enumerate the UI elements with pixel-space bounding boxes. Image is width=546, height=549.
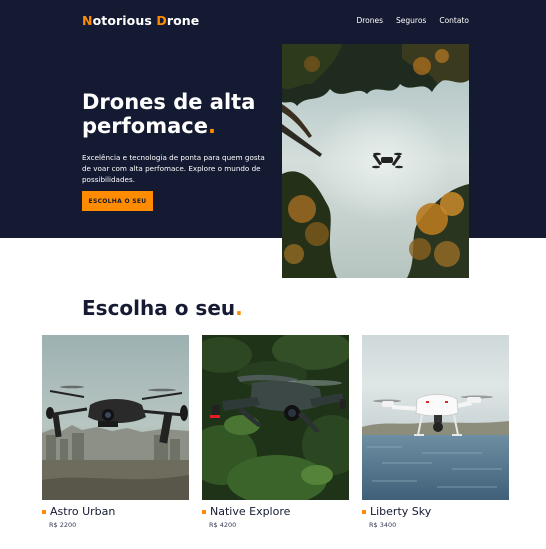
nav-link-seguros[interactable]: Seguros	[396, 16, 426, 25]
product-price: R$ 4200	[209, 521, 237, 529]
hero-drone-image	[282, 44, 469, 278]
hero-title-dot: .	[207, 114, 216, 138]
bullet-icon	[202, 509, 206, 514]
bullet-icon	[42, 509, 46, 514]
product-card-liberty-sky[interactable]: Liberty Sky R$ 3400	[362, 335, 509, 529]
hero-title-text: Drones de alta perfomace	[82, 90, 256, 138]
logo-initial-n: N	[82, 13, 93, 28]
hero-drone-photo	[282, 44, 469, 278]
products-section-title: Escolha o seu.	[82, 296, 243, 320]
logo-word-2: rone	[166, 13, 200, 28]
products-section-title-text: Escolha o seu	[82, 296, 236, 320]
logo-initial-d: D	[156, 13, 167, 28]
nav-link-contato[interactable]: Contato	[439, 16, 469, 25]
liberty-sky-photo	[362, 335, 509, 500]
choose-yours-button[interactable]: ESCOLHA O SEU	[82, 191, 153, 211]
products-section-title-dot: .	[235, 296, 243, 320]
product-name-text: Astro Urban	[50, 505, 116, 518]
logo[interactable]: Notorious Drone	[82, 13, 199, 28]
product-name: Astro Urban	[42, 505, 189, 518]
native-explore-photo	[202, 335, 349, 500]
product-price: R$ 2200	[49, 521, 77, 529]
product-name-text: Native Explore	[210, 505, 291, 518]
product-price: R$ 3400	[369, 521, 397, 529]
main-nav: Drones Seguros Contato	[356, 16, 469, 25]
product-name-text: Liberty Sky	[370, 505, 432, 518]
product-image-liberty-sky[interactable]	[362, 335, 509, 500]
product-name: Liberty Sky	[362, 505, 509, 518]
astro-urban-photo	[42, 335, 189, 500]
hero-description: Excelência e tecnologia de ponta para qu…	[82, 153, 265, 184]
product-image-astro-urban[interactable]	[42, 335, 189, 500]
product-card-astro-urban[interactable]: Astro Urban R$ 2200	[42, 335, 189, 529]
logo-word-1: otorious	[92, 13, 157, 28]
hero-title: Drones de alta perfomace.	[82, 90, 282, 138]
product-card-native-explore[interactable]: Native Explore R$ 4200	[202, 335, 349, 529]
bullet-icon	[362, 509, 366, 514]
nav-link-drones[interactable]: Drones	[356, 16, 383, 25]
product-image-native-explore[interactable]	[202, 335, 349, 500]
product-name: Native Explore	[202, 505, 349, 518]
